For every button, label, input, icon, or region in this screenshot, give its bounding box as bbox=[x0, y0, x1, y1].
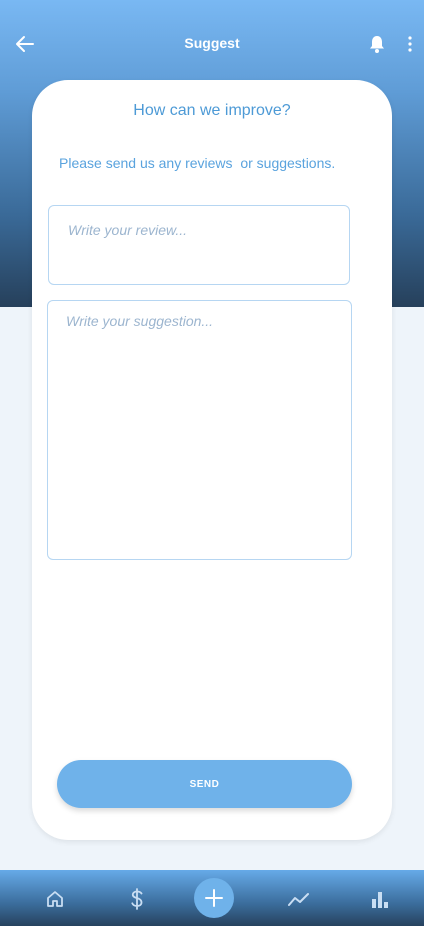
trend-icon bbox=[288, 893, 309, 906]
nav-money[interactable] bbox=[124, 886, 150, 912]
add-icon bbox=[205, 889, 223, 907]
page-title: Suggest bbox=[184, 35, 240, 51]
suggest-card: How can we improve? Please send us any r… bbox=[32, 80, 392, 840]
card-heading: How can we improve? bbox=[133, 102, 291, 119]
nav-add-button[interactable] bbox=[194, 878, 234, 918]
top-bar: Suggest bbox=[0, 20, 424, 68]
notifications-button[interactable] bbox=[366, 32, 388, 56]
nav-stats[interactable] bbox=[367, 886, 393, 912]
send-button[interactable]: SEND bbox=[57, 760, 352, 808]
nav-home[interactable] bbox=[42, 886, 68, 912]
bottom-nav bbox=[0, 870, 424, 926]
suggestion-input[interactable] bbox=[47, 300, 352, 560]
nav-trends[interactable] bbox=[286, 886, 312, 912]
more-options-button[interactable] bbox=[402, 32, 418, 56]
dollar-icon bbox=[131, 888, 143, 910]
bar-chart-icon bbox=[372, 892, 388, 908]
review-input[interactable] bbox=[48, 205, 350, 285]
home-icon bbox=[47, 891, 63, 907]
bell-icon bbox=[370, 36, 384, 53]
card-subtext: Please send us any reviews or suggestion… bbox=[59, 155, 336, 171]
more-vert-icon bbox=[408, 36, 412, 52]
